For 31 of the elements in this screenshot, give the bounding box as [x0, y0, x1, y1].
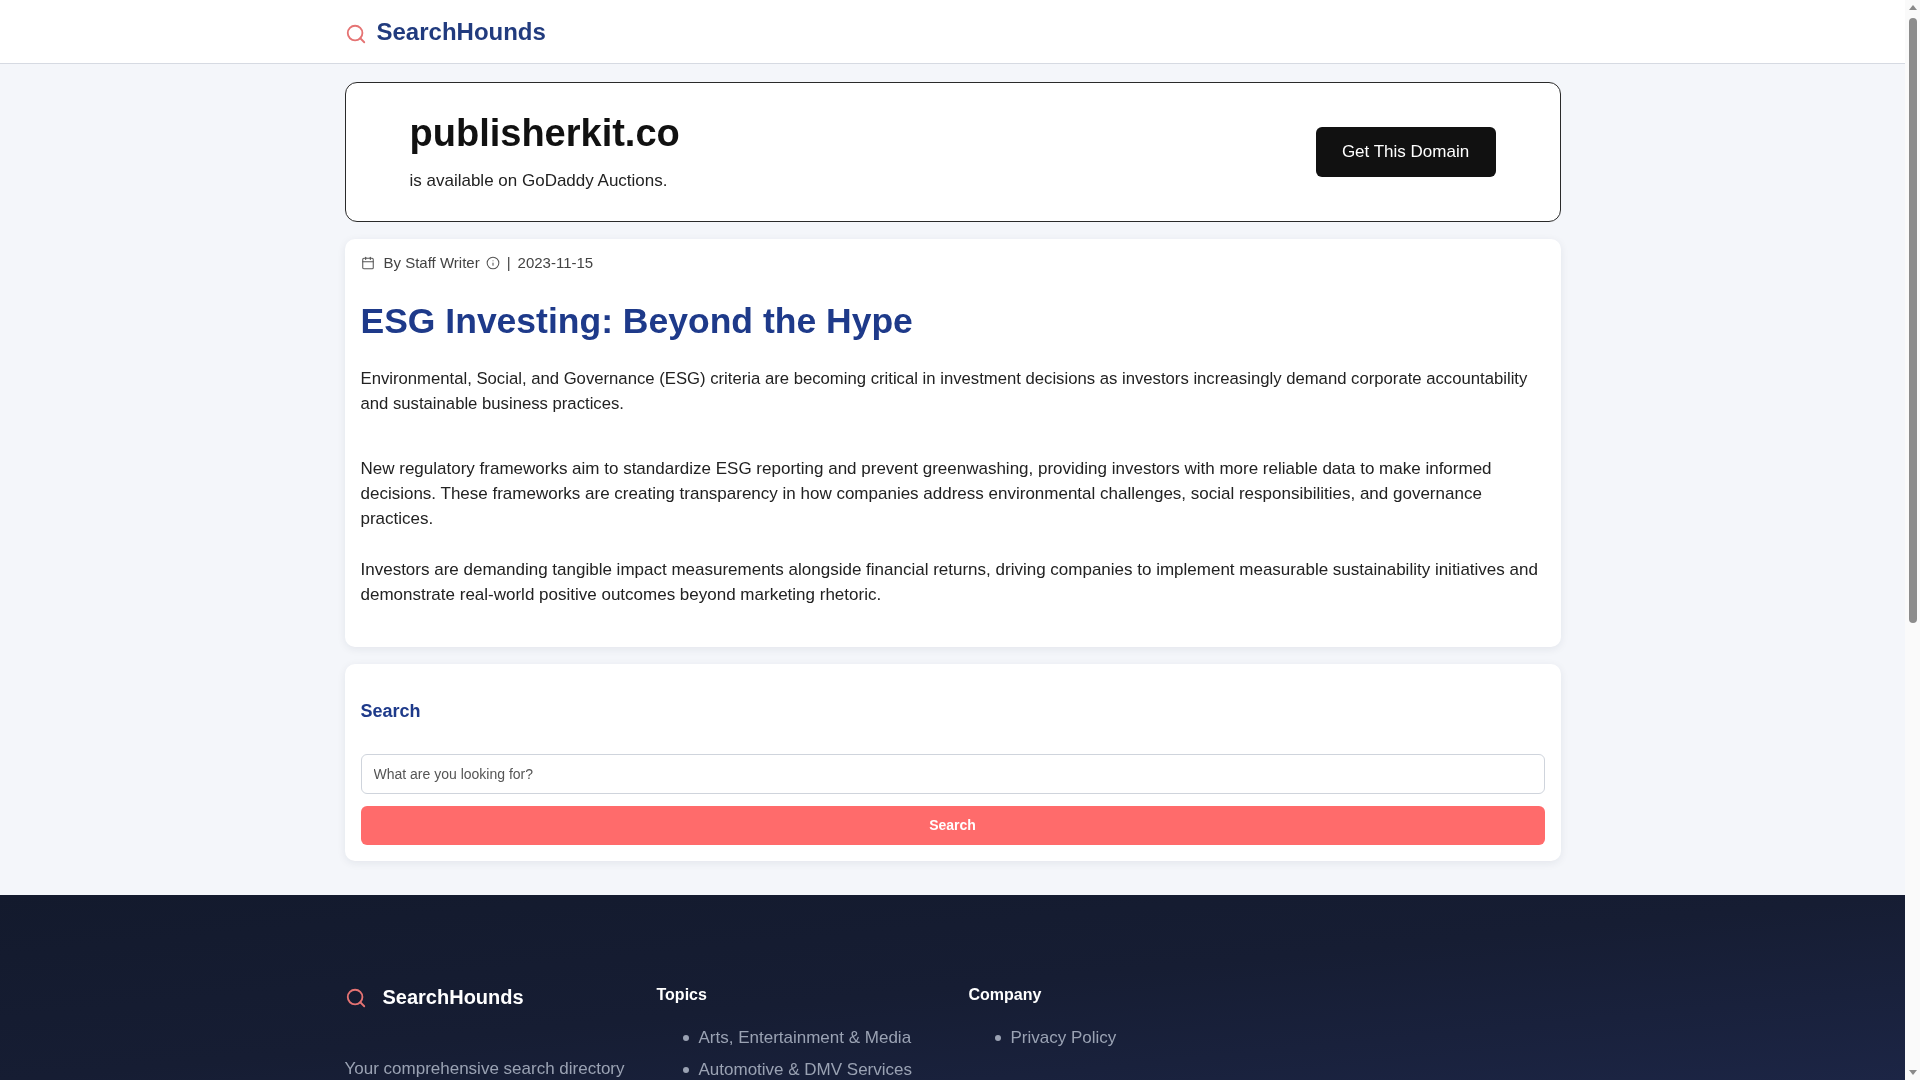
scrollbar-thumb[interactable] — [1908, 18, 1917, 623]
availability-text: is available on GoDaddy Auctions. — [409, 171, 669, 191]
footer-heading: Topics — [656, 985, 708, 1005]
calendar-icon — [360, 256, 375, 270]
info-icon — [485, 256, 500, 270]
search-icon — [344, 987, 367, 1009]
footer-link[interactable]: Privacy Policy — [1010, 1026, 1117, 1050]
footer-link[interactable]: Arts, Entertainment & Media — [698, 1026, 912, 1050]
article-title: ESG Investing: Beyond the Hype — [360, 300, 914, 342]
footer-link[interactable]: Automotive & DMV Services — [698, 1058, 912, 1080]
domain-name: publisherkit.co — [409, 113, 680, 153]
search-heading: Search — [360, 700, 422, 723]
logo-link[interactable]: SearchHounds — [344, 16, 546, 47]
scrollbar[interactable] — [1905, 0, 1920, 1080]
search-icon — [344, 22, 367, 45]
search-field[interactable]: What are you looking for? — [360, 754, 1545, 794]
bullet-icon — [994, 1035, 1001, 1041]
article-summary: Environmental, Social, and Governance (ESG) criteria are becoming critical in investment decisions as investors increasingly demand corporate accountability and sustainable business practices. — [360, 368, 1529, 415]
article-paragraph: New regulatory frameworks aim to standardize ESG reporting and prevent greenwashing, providing investors with more reliable data to make informed decisions. These frameworks are creating transparency in how companies address environmental challenges, social responsibilities, and governance practices. — [360, 458, 1493, 530]
get-domain-button[interactable]: Get This Domain — [1315, 127, 1496, 177]
bullet-icon — [682, 1035, 689, 1041]
bullet-icon — [682, 1067, 689, 1073]
date-text: 2023-11-15 — [517, 252, 594, 273]
footer-tagline: Your comprehensive search directory — [344, 1059, 625, 1079]
article-paragraph: Investors are demanding tangible impact measurements alongside financial returns, driving companies to implement measurable sustainability initiatives and demonstrate real-world positive outcomes beyond marketing rhetoric. — [360, 559, 1539, 606]
separator: | — [506, 252, 511, 273]
scroll-down-icon[interactable] — [1908, 1070, 1917, 1075]
footer-heading: Company — [968, 985, 1043, 1005]
footer-logo-link[interactable]: SearchHounds — [344, 985, 625, 1009]
scroll-up-icon[interactable] — [1908, 5, 1917, 10]
author-text: By Staff Writer — [383, 252, 480, 273]
